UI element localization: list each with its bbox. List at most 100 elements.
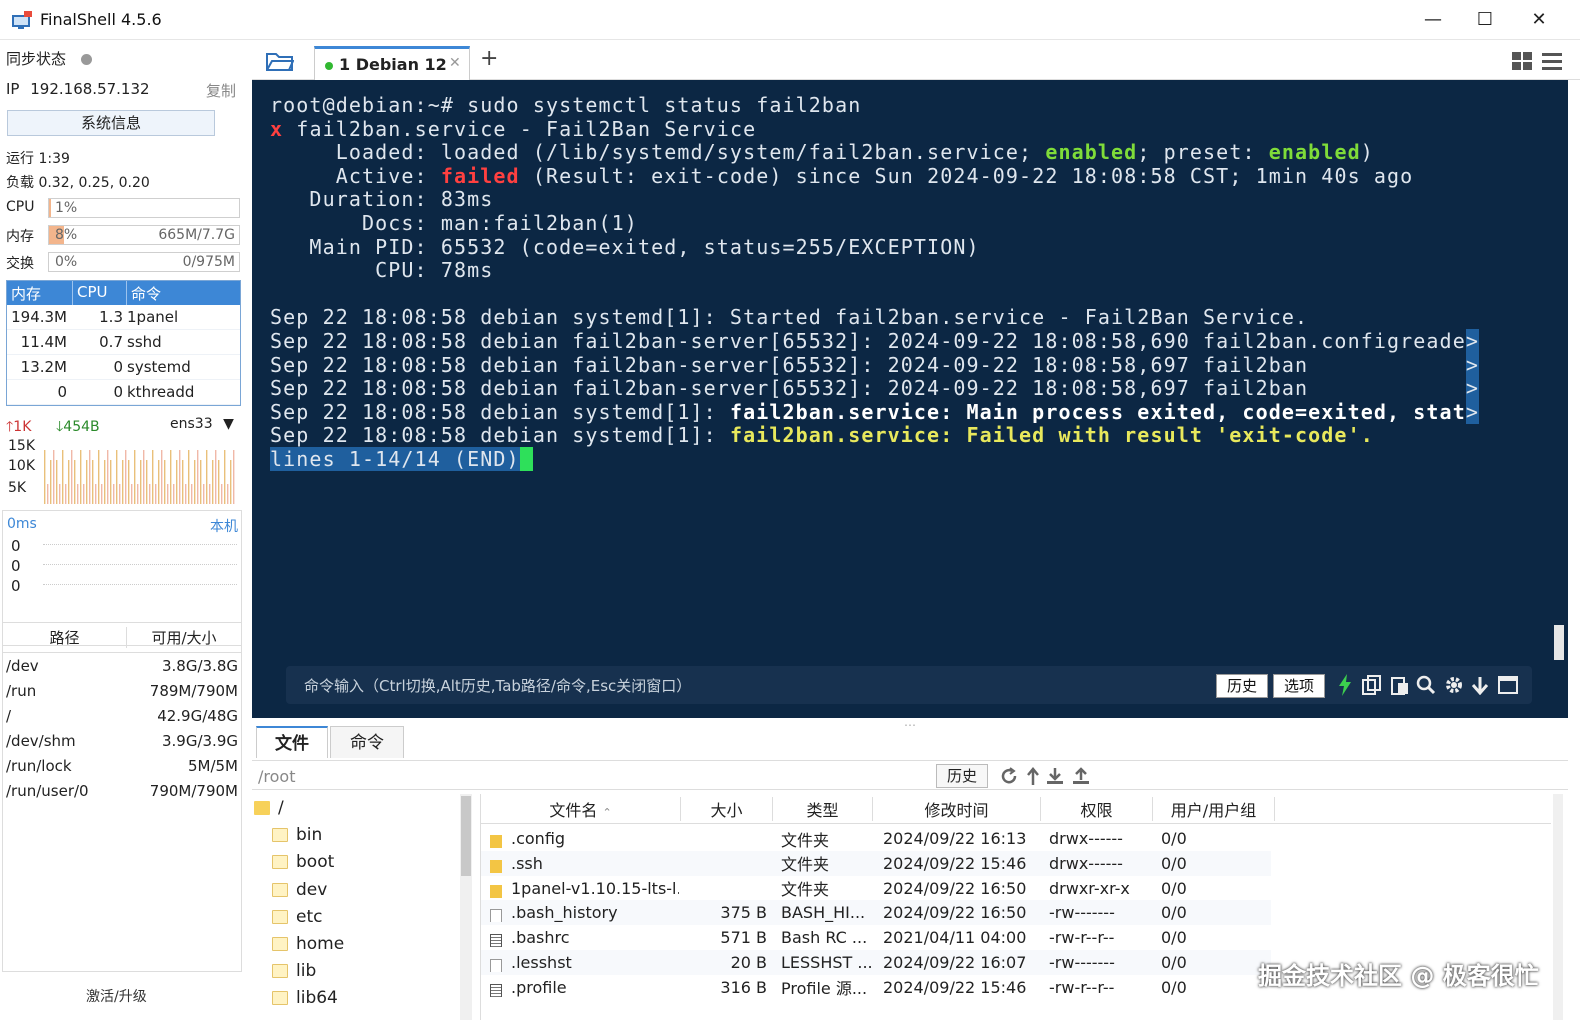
file-list-scrollbar[interactable] <box>1553 794 1563 1020</box>
disk-path: /run/user/0 <box>6 781 89 800</box>
network-bar <box>140 460 142 504</box>
tree-item[interactable]: home <box>272 934 344 954</box>
command-input-bar[interactable]: 命令输入（Ctrl切换,Alt历史,Tab路径/命令,Esc关闭窗口） 历史 选… <box>286 666 1532 704</box>
file-row[interactable]: .profile 316 B Profile 源... 2024/09/22 1… <box>481 975 1271 1000</box>
file-row[interactable]: .bashrc 571 B Bash RC ... 2021/04/11 04:… <box>481 925 1271 950</box>
maximize-button[interactable]: ☐ <box>1462 6 1508 34</box>
tree-item[interactable]: / <box>254 798 284 818</box>
splitter-handle[interactable]: ⋯ <box>904 718 916 732</box>
tree-item[interactable]: boot <box>272 852 334 872</box>
path-input[interactable]: /root <box>258 767 295 786</box>
disk-path: /dev <box>6 656 39 675</box>
term-log-line-3: Sep 22 18:08:58 debian fail2ban-server[6… <box>270 352 1466 377</box>
file-col-name[interactable]: 文件名 ⌃ <box>481 796 681 821</box>
terminal[interactable]: root@debian:~# sudo systemctl status fai… <box>252 80 1568 718</box>
arrow-down-icon[interactable] <box>1470 675 1490 695</box>
tree-item[interactable]: lib <box>272 961 316 981</box>
options-button[interactable]: 选项 <box>1273 674 1326 698</box>
tree-item-label: home <box>296 934 345 954</box>
ping-grid-line <box>43 564 237 565</box>
folder-open-icon[interactable] <box>266 51 294 71</box>
tab-files[interactable]: 文件 <box>256 726 328 758</box>
process-row[interactable]: 13.2M 0 systemd <box>7 355 240 380</box>
process-cpu: 1.3 <box>99 308 123 326</box>
disk-row[interactable]: /dev/shm 3.9G/3.9G <box>3 728 241 753</box>
terminal-scrollbar-thumb[interactable] <box>1554 625 1564 660</box>
file-row[interactable]: .ssh 文件夹 2024/09/22 15:46 drwx------ 0/0 <box>481 850 1271 876</box>
file-col-perm[interactable]: 权限 <box>1041 796 1153 821</box>
search-icon[interactable] <box>1416 675 1436 695</box>
copy-ip-button[interactable]: 复制 <box>206 80 236 101</box>
disk-col-path[interactable]: 路径 <box>3 627 127 648</box>
process-mem: 0 <box>57 383 67 401</box>
close-button[interactable]: ✕ <box>1516 6 1562 34</box>
network-chart: 15K 10K 5K <box>4 436 242 506</box>
lightning-icon[interactable] <box>1338 674 1352 696</box>
file-row[interactable]: .lesshst 20 B LESSHST ... 2024/09/22 16:… <box>481 950 1271 975</box>
minimize-button[interactable]: — <box>1410 6 1456 34</box>
tree-item[interactable]: lib64 <box>272 988 338 1008</box>
tree-scrollbar[interactable] <box>460 794 472 1020</box>
copy-icon[interactable] <box>1362 675 1382 695</box>
network-bar <box>62 450 64 504</box>
network-bar <box>152 450 154 504</box>
tree-item[interactable]: etc <box>272 907 322 927</box>
file-row[interactable]: 1panel-v1.10.15-lts-l... 文件夹 2024/09/22 … <box>481 876 1271 901</box>
process-col-mem[interactable]: 内存 <box>7 281 73 305</box>
disk-row[interactable]: /run/user/0 790M/790M <box>3 778 241 803</box>
disk-row[interactable]: /run/lock 5M/5M <box>3 753 241 778</box>
system-info-button[interactable]: 系统信息 <box>7 110 215 136</box>
file-row[interactable]: .config 文件夹 2024/09/22 16:13 drwx------ … <box>481 826 1271 851</box>
disk-row[interactable]: /run 789M/790M <box>3 678 241 703</box>
file-row[interactable]: .bash_history 375 B BASH_HI... 2024/09/2… <box>481 900 1271 926</box>
network-bar <box>98 450 100 504</box>
file-perm: drwx------ <box>1049 853 1123 873</box>
file-icon <box>490 909 502 923</box>
tab-commands[interactable]: 命令 <box>330 726 404 758</box>
menu-icon[interactable] <box>1542 52 1562 70</box>
path-history-button[interactable]: 历史 <box>936 764 989 788</box>
arrow-up-icon[interactable] <box>1026 767 1040 785</box>
cpu-usage-bar: 1% <box>48 198 240 218</box>
tab-debian-12[interactable]: 1 Debian 12 ✕ <box>314 46 470 80</box>
process-col-command[interactable]: 命令 <box>127 281 240 305</box>
file-col-type[interactable]: 类型 <box>773 796 873 821</box>
tree-item[interactable]: bin <box>272 825 322 845</box>
refresh-icon[interactable] <box>1000 767 1018 785</box>
file-mtime: 2024/09/22 16:50 <box>883 903 1027 923</box>
disk-table: 路径 可用/大小 /dev 3.8G/3.8G/run 789M/790M / 42.9… <box>2 622 242 972</box>
disk-row[interactable]: / 42.9G/48G <box>3 703 241 728</box>
file-col-mtime[interactable]: 修改时间 <box>873 796 1041 821</box>
network-bar <box>182 460 184 504</box>
process-row[interactable]: 11.4M 0.7 sshd <box>7 330 240 355</box>
file-col-size[interactable]: 大小 <box>681 796 773 821</box>
disk-row[interactable]: /dev 3.8G/3.8G <box>3 653 241 678</box>
net-interface-select[interactable]: ens33 ▼ <box>170 416 234 432</box>
grid-layout-icon[interactable] <box>1512 52 1532 70</box>
gear-icon[interactable] <box>1444 675 1464 695</box>
tree-item[interactable]: dev <box>272 880 327 900</box>
upload-icon[interactable] <box>1072 767 1090 785</box>
activate-upgrade-link[interactable]: 激活/升级 <box>86 986 147 1006</box>
add-tab-button[interactable]: + <box>480 46 498 71</box>
disk-col-size[interactable]: 可用/大小 <box>127 627 241 648</box>
term-unit-failed-mark: x <box>270 116 284 141</box>
term-active-failed: failed <box>440 163 520 188</box>
tab-close-icon[interactable]: ✕ <box>449 55 461 71</box>
history-button[interactable]: 历史 <box>1216 674 1269 698</box>
command-input[interactable]: 命令输入（Ctrl切换,Alt历史,Tab路径/命令,Esc关闭窗口） <box>304 675 691 696</box>
process-command: 1panel <box>127 308 179 326</box>
window-icon[interactable] <box>1498 676 1518 694</box>
sync-status: 同步状态 <box>6 48 92 69</box>
file-mtime: 2021/04/11 04:00 <box>883 928 1027 948</box>
process-row[interactable]: 194.3M 1.3 1panel <box>7 305 240 330</box>
file-col-owner[interactable]: 用户/用户组 <box>1153 796 1275 821</box>
ping-host[interactable]: 本机 <box>210 516 238 536</box>
process-row[interactable]: 0 0 kthreadd <box>7 380 240 405</box>
ip-address: 192.168.57.132 <box>30 80 150 98</box>
path-bar: /root 历史 <box>252 760 1568 790</box>
process-col-cpu[interactable]: CPU <box>73 281 127 305</box>
paste-icon[interactable] <box>1390 675 1410 695</box>
tree-scrollbar-thumb[interactable] <box>461 796 471 876</box>
download-icon[interactable] <box>1046 767 1064 785</box>
